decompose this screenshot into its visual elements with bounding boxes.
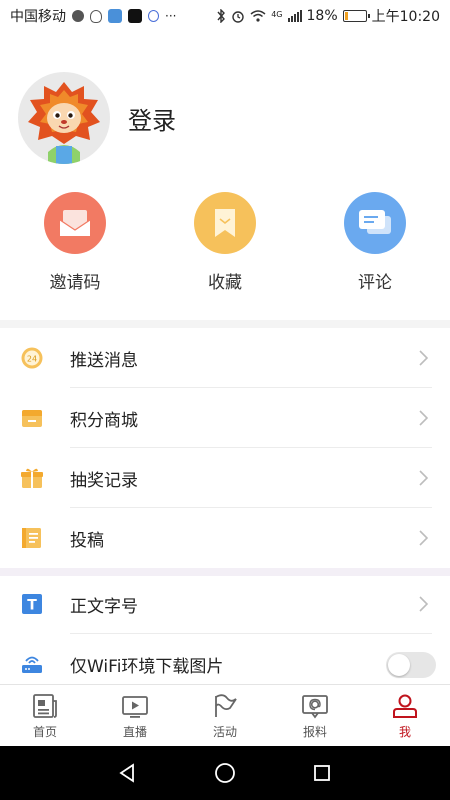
menu-item-push-messages[interactable]: 24 推送消息 [0,328,450,388]
menu-item-points-mall[interactable]: 积分商城 [0,388,450,448]
toggle-knob [388,654,410,676]
quick-action-favorites[interactable]: 收藏 [150,192,300,293]
tab-home[interactable]: 首页 [0,685,90,746]
profile-header[interactable]: 登录 [18,72,176,164]
menu-item-label: 积分商城 [70,410,138,431]
section-divider [0,320,450,328]
bluetooth-icon [217,9,226,23]
favorites-label: 收藏 [208,273,242,293]
invite-circle [44,192,106,254]
store-icon [20,406,44,430]
network-label: 4G [271,10,283,19]
play-screen-icon [122,696,148,718]
invite-code-label: 邀请码 [49,273,101,293]
quick-actions: 邀请码 收藏 评论 [0,192,450,293]
gift-icon [20,466,44,490]
tab-label: 首页 [32,725,57,739]
menu-item-label: 仅WiFi环境下载图片 [70,656,224,677]
tab-events[interactable]: 活动 [180,685,270,746]
tab-report[interactable]: 报料 [270,685,360,746]
system-nav-bar [0,746,450,800]
chevron-right-icon [419,596,428,612]
tab-label: 直播 [122,725,147,739]
newspaper-icon [33,694,57,718]
svg-text:24: 24 [27,355,37,364]
status-bar: 中国移动 ··· 4G 18% 上午10:20 [0,0,450,32]
app-icon [108,9,122,23]
tab-live[interactable]: 直播 [90,685,180,746]
lion-mascot-icon [28,82,100,164]
person-icon [393,694,417,718]
menu-group-settings: T 正文字号 仅WiFi环境下载图片 [0,574,450,694]
notebook-icon [20,526,44,550]
chevron-right-icon [419,410,428,426]
recents-button[interactable] [310,761,334,785]
home-circle-icon [215,763,235,783]
menu-item-label: 推送消息 [70,350,138,371]
menu-item-contribute[interactable]: 投稿 [0,508,450,568]
menu-item-label: 投稿 [70,530,104,551]
clock-24-icon: 24 [20,346,44,370]
tab-me[interactable]: 我 [360,685,450,746]
login-label[interactable]: 登录 [128,101,176,136]
tab-label: 活动 [212,725,237,739]
text-size-icon: T [20,592,44,616]
menu-item-label: 抽奖记录 [70,470,138,491]
wifi-only-toggle[interactable] [386,652,436,678]
report-icon [302,695,328,719]
weibo-icon [72,10,84,22]
bookmark-icon [215,209,235,237]
status-bar-left: 中国移动 ··· [10,6,176,26]
chat-bubble-icon [359,210,391,234]
back-button[interactable] [116,761,140,785]
recents-square-icon [313,765,330,781]
signal-icon [287,10,302,22]
chevron-right-icon [419,470,428,486]
carrier-label: 中国移动 [10,9,66,25]
text-size-glyph: T [27,598,37,614]
quick-action-comments[interactable]: 评论 [300,192,450,293]
tab-label: 我 [398,725,411,739]
battery-icon [342,10,370,22]
menu-item-text-size[interactable]: T 正文字号 [0,574,450,634]
back-triangle-icon [119,763,135,783]
tiktok-icon [128,9,142,23]
avatar[interactable] [18,72,110,164]
wifi-icon [250,10,266,22]
favorites-circle [194,192,256,254]
more-notifications: ··· [165,9,177,23]
chevron-right-icon [419,530,428,546]
battery-percent: 18% [306,8,338,24]
baidu-icon [148,10,159,22]
comments-label: 评论 [358,273,392,293]
alarm-icon [232,11,244,23]
bottom-tab-bar: 首页 直播 活动 报料 我 [0,684,450,746]
chevron-right-icon [419,350,428,366]
screen: 中国移动 ··· 4G 18% 上午10:20 登录 邀请码 收藏 评论 24 … [0,0,450,800]
menu-item-label: 正文字号 [70,596,138,617]
qq-icon [90,9,102,23]
clock-time: 上午10:20 [371,9,440,25]
status-bar-right: 4G 18% 上午10:20 [216,6,440,26]
quick-action-invite-code[interactable]: 邀请码 [0,192,150,293]
router-icon [20,652,44,676]
home-button[interactable] [213,761,237,785]
tab-label: 报料 [302,725,327,739]
comments-circle [344,192,406,254]
battery-fill [344,12,349,20]
flag-icon [215,694,237,717]
menu-item-lottery-records[interactable]: 抽奖记录 [0,448,450,508]
menu-group-main: 24 推送消息 积分商城 抽奖记录 投稿 [0,328,450,568]
envelope-icon [59,210,91,236]
